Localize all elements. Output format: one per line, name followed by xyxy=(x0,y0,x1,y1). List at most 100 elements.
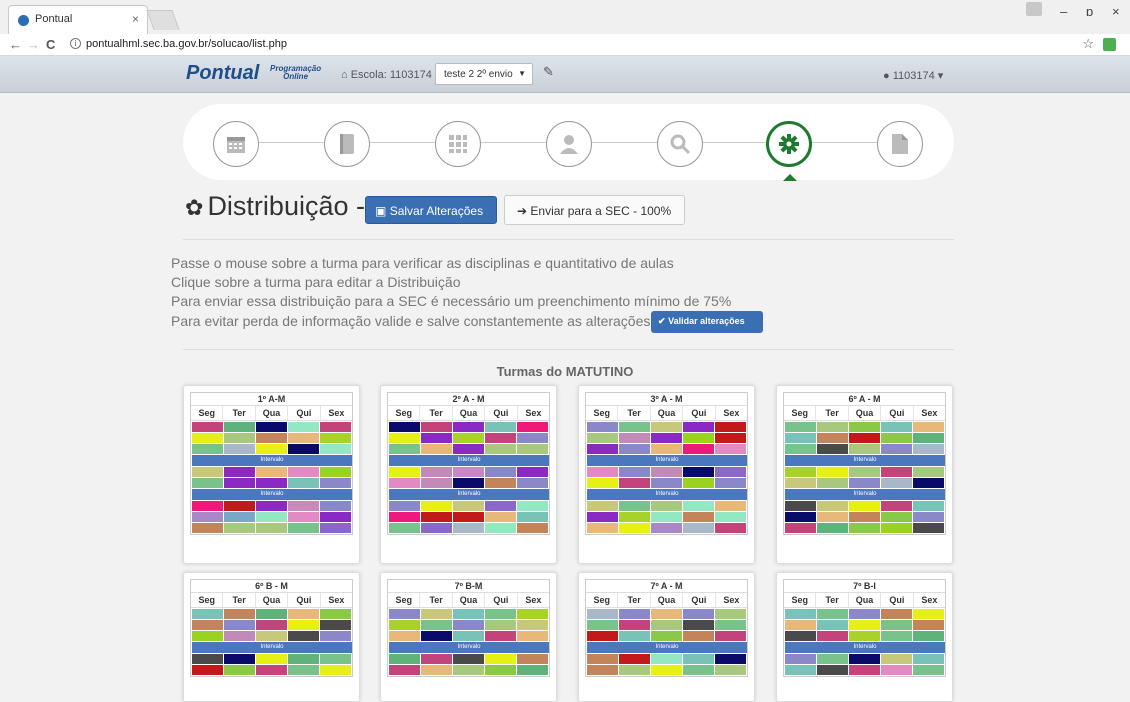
step-gear[interactable] xyxy=(766,121,812,167)
weekday-label: Seg xyxy=(784,406,817,420)
schedule-cell xyxy=(453,422,484,432)
schedule-row xyxy=(389,422,549,433)
schedule-row xyxy=(785,631,945,642)
schedule-cell xyxy=(389,478,420,488)
schedule-cell xyxy=(849,422,880,432)
back-icon[interactable]: ← xyxy=(9,37,22,52)
pencil-icon[interactable]: ✎ xyxy=(543,64,554,80)
weekday-header: Seg Ter Qua Qui Sex xyxy=(388,593,549,608)
schedule-row xyxy=(389,609,549,620)
tab-title: Pontual xyxy=(35,13,73,25)
schedule-row xyxy=(587,523,747,534)
schedule-cell xyxy=(389,620,420,630)
site-info-icon[interactable]: i xyxy=(70,38,81,49)
schedule-cell xyxy=(587,422,618,432)
schedule-cell xyxy=(587,444,618,454)
schedule-cell xyxy=(453,654,484,664)
schedule-cell xyxy=(320,444,351,454)
tab-close-icon[interactable]: × xyxy=(132,12,139,26)
schedule-cell xyxy=(683,467,714,477)
schedule-cell xyxy=(288,433,319,443)
schedule-cell xyxy=(817,512,848,522)
schedule-row xyxy=(389,523,549,534)
step-user[interactable] xyxy=(546,121,592,167)
new-tab-button[interactable] xyxy=(146,10,180,30)
class-card[interactable]: 6º A - M Seg Ter Qua Qui Sex Intervalo Interval… xyxy=(776,385,953,564)
minimize-icon[interactable]: – xyxy=(1060,4,1067,19)
schedule-cell xyxy=(192,433,223,443)
schedule-cell xyxy=(881,467,912,477)
weekday-label: Ter xyxy=(420,406,453,420)
brand-logo[interactable]: Pontual xyxy=(186,62,259,85)
envio-select[interactable]: teste 2 2º envio ▼ xyxy=(435,63,533,85)
schedule-cell xyxy=(256,609,287,619)
weekday-label: Qua xyxy=(651,406,684,420)
schedule-grid: Intervalo xyxy=(784,608,945,676)
schedule-cell xyxy=(785,620,816,630)
forward-icon[interactable]: → xyxy=(27,37,40,52)
schedule-cell xyxy=(683,444,714,454)
schedule-cell xyxy=(320,631,351,641)
schedule-grid: Intervalo Intervalo xyxy=(784,421,945,534)
send-button[interactable]: ➔ Enviar para a SEC - 100% xyxy=(504,195,685,225)
envio-select-value: teste 2 2º envio xyxy=(444,69,513,80)
schedule-cell xyxy=(288,609,319,619)
schedule-cell xyxy=(256,467,287,477)
weekday-label: Seg xyxy=(388,593,421,607)
class-card[interactable]: 3º A - M Seg Ter Qua Qui Sex Intervalo Interval… xyxy=(578,385,755,564)
user-icon xyxy=(560,135,578,154)
schedule-cell xyxy=(288,467,319,477)
step-grid[interactable] xyxy=(435,121,481,167)
schedule-cell xyxy=(715,620,746,630)
schedule-cell xyxy=(320,501,351,511)
class-card[interactable]: 7º B-I Seg Ter Qua Qui Sex Intervalo xyxy=(776,572,953,702)
maximize-icon[interactable]: ɒ xyxy=(1086,4,1093,19)
search-icon xyxy=(670,134,691,155)
schedule-row xyxy=(389,665,549,676)
class-card[interactable]: 1º A-M Seg Ter Qua Qui Sex Intervalo Intervalo xyxy=(183,385,360,564)
step-search[interactable] xyxy=(657,121,703,167)
schedule-cell xyxy=(715,444,746,454)
book-icon xyxy=(340,134,354,154)
schedule-cell xyxy=(651,609,682,619)
class-card[interactable]: 7º A - M Seg Ter Qua Qui Sex Intervalo xyxy=(578,572,755,702)
class-card[interactable]: 6º B - M Seg Ter Qua Qui Sex Intervalo xyxy=(183,572,360,702)
schedule-cell xyxy=(881,609,912,619)
schedule-cell xyxy=(421,631,452,641)
schedule-cell xyxy=(785,512,816,522)
schedule-cell xyxy=(913,501,944,511)
schedule-cell xyxy=(683,512,714,522)
schedule-cell xyxy=(913,433,944,443)
profile-icon[interactable] xyxy=(1026,2,1042,16)
schedule-cell xyxy=(517,478,548,488)
schedule-cell xyxy=(288,444,319,454)
step-calendar[interactable] xyxy=(213,121,259,167)
weekday-label: Sex xyxy=(328,595,345,605)
intervalo-bar: Intervalo xyxy=(785,489,945,500)
schedule-cell xyxy=(192,665,223,675)
window-close-icon[interactable]: × xyxy=(1112,4,1120,19)
class-card[interactable]: 2º A - M Seg Ter Qua Qui Sex Intervalo Interval… xyxy=(380,385,557,564)
bookmark-star-icon[interactable]: ☆ xyxy=(1082,36,1094,52)
browser-toolbar: ← → C i pontualhml.sec.ba.gov.br/solucao… xyxy=(0,34,1130,56)
save-button[interactable]: ▣ Salvar Alterações xyxy=(365,196,497,224)
reload-icon[interactable]: C xyxy=(46,37,55,52)
schedule-cell xyxy=(288,512,319,522)
schedule-cell xyxy=(421,422,452,432)
class-card[interactable]: 7º B-M Seg Ter Qua Qui Sex Intervalo xyxy=(380,572,557,702)
address-bar[interactable]: i pontualhml.sec.ba.gov.br/solucao/list.… xyxy=(70,36,1070,54)
schedule-cell xyxy=(421,467,452,477)
extension-icon[interactable] xyxy=(1103,38,1116,51)
schedule-cell xyxy=(288,654,319,664)
step-book[interactable] xyxy=(324,121,370,167)
schedule-cell xyxy=(517,620,548,630)
schedule-row xyxy=(389,512,549,523)
user-menu[interactable]: ● 1103174 ▾ xyxy=(883,69,943,82)
validate-button[interactable]: ✔ Validar alterações xyxy=(651,311,763,333)
schedule-cell xyxy=(288,422,319,432)
step-document[interactable] xyxy=(877,121,923,167)
schedule-cell xyxy=(785,654,816,664)
schedule-cell xyxy=(785,478,816,488)
schedule-cell xyxy=(817,422,848,432)
browser-tab[interactable]: Pontual × xyxy=(8,5,148,34)
